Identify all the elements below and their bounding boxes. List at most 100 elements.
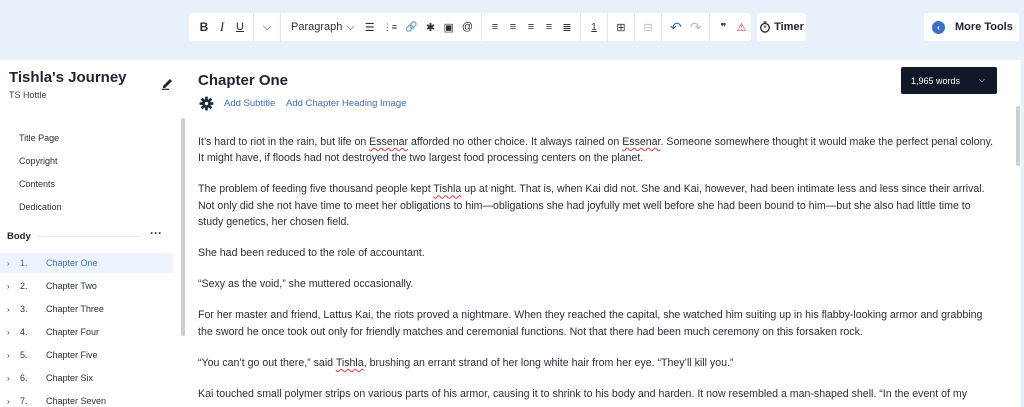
chapter-item-3[interactable]: › 3. Chapter Three xyxy=(0,299,173,319)
align-right-icon[interactable]: ≡ xyxy=(522,13,540,41)
sidebar-item-title-page[interactable]: Title Page xyxy=(19,133,59,143)
misspelled-word: Tishla xyxy=(335,356,364,369)
chapter-title: Chapter Seven xyxy=(46,396,107,406)
more-tools-button[interactable]: ‹ More Tools xyxy=(924,13,1019,41)
align-full-icon[interactable]: ≣ xyxy=(558,13,576,41)
expand-chevron-icon[interactable]: › xyxy=(7,374,15,383)
body-paragraph[interactable]: It’s hard to riot in the rain, but life … xyxy=(198,134,998,166)
warning-icon[interactable]: ⚠ xyxy=(732,13,750,41)
bold-button[interactable]: B xyxy=(195,13,213,41)
collapse-arrow-icon: ‹ xyxy=(932,20,945,34)
chevron-down-icon: ⌵ xyxy=(978,75,985,84)
chapter-item-1[interactable]: › 1. Chapter One xyxy=(0,253,173,273)
quote-icon[interactable]: ❞ xyxy=(714,13,732,41)
chapter-item-5[interactable]: › 5. Chapter Five xyxy=(0,345,173,365)
expand-chevron-icon[interactable]: › xyxy=(7,397,15,406)
editor-panel: Chapter One Add Subtitle Add Chapter Hea… xyxy=(186,60,1021,407)
chapter-item-4[interactable]: › 4. Chapter Four xyxy=(0,322,173,342)
underline-button[interactable]: U xyxy=(231,13,249,41)
chapter-number: 5. xyxy=(20,350,28,360)
paragraph-style-select[interactable]: Paragraph ⌵ xyxy=(285,13,361,41)
misspelled-word: Tishla xyxy=(433,183,462,196)
body-paragraph[interactable]: The problem of feeding five thousand peo… xyxy=(198,181,998,230)
paragraph-text: The problem of feeding five thousand peo… xyxy=(198,183,434,196)
add-chapter-heading-image-link[interactable]: Add Chapter Heading Image xyxy=(286,98,406,109)
chapter-number: 3. xyxy=(20,304,28,314)
chapter-item-7[interactable]: › 7. Chapter Seven xyxy=(0,391,173,407)
chapter-number: 1. xyxy=(20,258,28,268)
editor-scrollbar[interactable] xyxy=(1016,106,1020,166)
paragraph-text: For her master and friend, Lattus Kai, t… xyxy=(198,309,983,338)
link-icon[interactable]: 🔗 xyxy=(401,13,421,41)
chapter-item-2[interactable]: › 2. Chapter Two xyxy=(0,276,173,296)
toolbar-divider xyxy=(607,13,609,41)
paragraph-text: It’s hard to riot in the rain, but life … xyxy=(198,136,370,148)
paragraph-text: , brushing an errant strand of her long … xyxy=(363,356,734,369)
paragraph-text: “You can’t go out there,” said xyxy=(198,356,336,369)
edit-pencil-icon[interactable] xyxy=(161,76,175,90)
chapter-title: Chapter Two xyxy=(46,281,97,291)
chapter-title: Chapter Six xyxy=(46,373,94,383)
editor-toolbar: B I U ⌵ Paragraph ⌵ ☰ ⋮≡ 🔗 ✱ ▣ @ ≡ ≡ ≡ ≡… xyxy=(189,13,751,41)
body-paragraph[interactable]: “Sexy as the void,” she muttered occasio… xyxy=(198,276,998,292)
break-icon[interactable]: ⊞ xyxy=(612,13,630,41)
body-paragraph[interactable]: Kai touched small polymer strips on vari… xyxy=(198,386,998,402)
chapter-title: Chapter One xyxy=(46,258,98,268)
italic-button[interactable]: I xyxy=(213,13,231,41)
misspelled-word: Essenar xyxy=(622,136,661,148)
chapter-title: Chapter Three xyxy=(46,304,104,314)
toolbar-divider xyxy=(253,13,254,41)
expand-chevron-icon[interactable]: › xyxy=(7,259,15,268)
word-count-dropdown[interactable]: 1,965 words ⌵ xyxy=(901,67,997,94)
chapter-number: 2. xyxy=(20,281,28,291)
paragraph-text: Kai touched small polymer strips on vari… xyxy=(198,388,968,401)
sidebar-item-contents[interactable]: Contents xyxy=(19,179,55,189)
numbered-list-icon[interactable]: ⋮≡ xyxy=(379,13,401,41)
undo-icon[interactable]: ↶ xyxy=(666,13,686,41)
mention-icon[interactable]: @ xyxy=(458,13,477,41)
toolbar-divider xyxy=(280,13,281,41)
body-menu-icon[interactable]: ··· xyxy=(150,226,162,240)
sidebar: Tishla's Journey TS Hottle Title Page Co… xyxy=(0,60,186,407)
toolbar-divider xyxy=(481,13,483,41)
expand-chevron-icon[interactable]: › xyxy=(7,351,15,360)
body-section-divider xyxy=(37,236,141,237)
expand-chevron-icon[interactable]: › xyxy=(7,328,15,337)
body-section-heading: Body xyxy=(7,231,31,242)
toolbar-divider xyxy=(709,13,711,41)
body-paragraph[interactable]: “You can’t go out there,” said Tishla, b… xyxy=(198,355,998,371)
misspelled-word: Essenar xyxy=(369,136,409,148)
stopwatch-icon xyxy=(760,21,771,33)
chapter-item-6[interactable]: › 6. Chapter Six xyxy=(0,368,173,388)
paragraph-text: afforded no other choice. It always rain… xyxy=(408,136,623,148)
image-icon[interactable]: ▣ xyxy=(439,13,457,41)
sidebar-item-copyright[interactable]: Copyright xyxy=(19,156,58,166)
chevron-down-icon: ⌵ xyxy=(346,20,355,33)
paragraph-text: “Sexy as the void,” she muttered occasio… xyxy=(198,278,414,291)
toolbar-divider xyxy=(634,13,636,41)
sidebar-scrollbar[interactable] xyxy=(181,118,185,336)
book-title: Tishla's Journey xyxy=(9,69,127,86)
expand-chevron-icon[interactable]: › xyxy=(7,305,15,314)
footnote-icon[interactable]: 1 xyxy=(585,13,603,41)
expand-chevron-icon[interactable]: › xyxy=(7,282,15,291)
chapter-title-heading[interactable]: Chapter One xyxy=(198,72,288,89)
chapter-body-text[interactable]: It’s hard to riot in the rain, but life … xyxy=(198,134,998,407)
align-left-icon[interactable]: ≡ xyxy=(486,13,504,41)
sidebar-item-dedication[interactable]: Dedication xyxy=(19,202,62,212)
gear-icon[interactable] xyxy=(199,96,214,111)
redo-icon[interactable]: ↷ xyxy=(686,13,706,41)
more-format-chevron-icon[interactable]: ⌵ xyxy=(258,13,276,41)
body-paragraph[interactable]: For her master and friend, Lattus Kai, t… xyxy=(198,307,998,339)
paragraph-text: She had been reduced to the role of acco… xyxy=(198,247,425,260)
chapter-number: 7. xyxy=(20,396,28,406)
add-subtitle-link[interactable]: Add Subtitle xyxy=(224,98,275,109)
asterisk-icon[interactable]: ✱ xyxy=(421,13,439,41)
align-justify-icon[interactable]: ≡ xyxy=(540,13,558,41)
bullet-list-icon[interactable]: ☰ xyxy=(361,13,379,41)
body-paragraph[interactable]: She had been reduced to the role of acco… xyxy=(198,245,998,261)
divider-icon[interactable]: ⊟ xyxy=(639,13,657,41)
chapter-title: Chapter Four xyxy=(46,327,100,337)
align-center-icon[interactable]: ≡ xyxy=(504,13,522,41)
timer-button[interactable]: Timer xyxy=(757,13,806,41)
